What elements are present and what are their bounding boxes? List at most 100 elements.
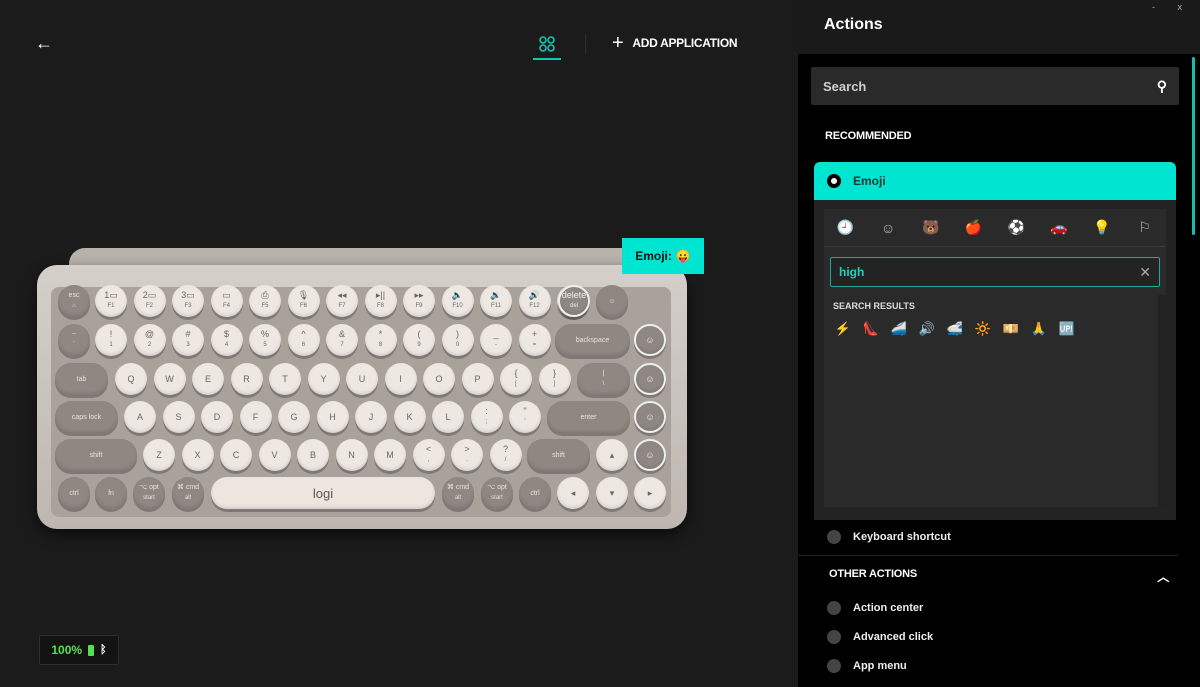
action-item[interactable]: App menu — [827, 659, 907, 673]
key[interactable]: {[ — [500, 363, 532, 395]
key[interactable]: A — [124, 401, 156, 433]
key[interactable]: }] — [538, 363, 571, 395]
key[interactable]: tab — [55, 363, 108, 395]
key[interactable]: O — [423, 363, 455, 395]
emoji-result[interactable]: 🆙 — [1058, 321, 1076, 337]
key[interactable]: shift — [527, 439, 590, 471]
key[interactable]: ? / — [489, 439, 522, 471]
key[interactable]: esc ⌂ — [58, 285, 90, 317]
key[interactable]: Z — [143, 439, 175, 471]
action-item[interactable]: Action center — [827, 601, 923, 615]
key[interactable]: shift — [55, 439, 137, 471]
key[interactable]: 🎙 F6 — [287, 285, 320, 317]
key[interactable]: fn — [95, 477, 127, 509]
emoji-search-field[interactable]: ✕ — [830, 257, 1160, 287]
key[interactable]: Q — [115, 363, 147, 395]
key[interactable]: | \ — [577, 363, 630, 395]
key[interactable]: R — [230, 363, 263, 395]
key[interactable]: 🔉 F11 — [480, 285, 512, 317]
key[interactable]: " ' — [509, 401, 541, 433]
emoji-key[interactable]: ☺ — [634, 324, 666, 356]
key[interactable]: ▴ — [596, 439, 628, 471]
key[interactable]: caps lock — [55, 401, 118, 433]
key[interactable]: ▸▸ F9 — [403, 285, 435, 317]
emoji-result[interactable]: 🚅 — [946, 321, 964, 337]
search-box[interactable]: ⚲ — [811, 67, 1179, 105]
emoji-category-icon[interactable]: 🚗 — [1049, 219, 1069, 236]
add-application-button[interactable]: + ADD APPLICATION — [612, 33, 738, 53]
key[interactable]: ctrl — [519, 477, 551, 509]
back-arrow-icon[interactable]: ← — [34, 33, 54, 53]
window-controls[interactable]: - x — [1152, 2, 1192, 12]
key[interactable]: :; — [470, 401, 503, 433]
emoji-result[interactable]: 🔆 — [974, 321, 992, 337]
emoji-category-icon[interactable]: ⚐ — [1135, 219, 1155, 236]
action-keyboard-shortcut[interactable]: Keyboard shortcut — [827, 530, 951, 544]
clear-icon[interactable]: ✕ — [1139, 264, 1151, 281]
key[interactable]: ⌥ opt start — [481, 477, 513, 509]
emoji-category-icon[interactable]: ⚽ — [1006, 219, 1026, 236]
emoji-category-icon[interactable]: 💡 — [1092, 219, 1112, 236]
key[interactable]: S — [162, 401, 195, 433]
emoji-result[interactable]: 💴 — [1002, 321, 1020, 337]
key[interactable]: 🔈 F10 — [441, 285, 474, 317]
key[interactable]: ◂◂ F7 — [326, 285, 358, 317]
key[interactable]: V — [258, 439, 291, 471]
emoji-category-icon[interactable]: 🐻 — [921, 219, 941, 236]
key[interactable]: >. — [451, 439, 483, 471]
emoji-result[interactable]: 🙏 — [1030, 321, 1048, 337]
key[interactable]: 3▭ F3 — [172, 285, 204, 317]
space-key[interactable]: logi — [211, 477, 435, 509]
key[interactable]: + = — [518, 324, 551, 356]
key[interactable]: ☺ — [596, 285, 628, 317]
key[interactable]: ) 0 — [441, 324, 474, 356]
emoji-result[interactable]: 🔊 — [918, 321, 936, 337]
key[interactable]: C — [220, 439, 252, 471]
key[interactable]: F — [239, 401, 272, 433]
key[interactable]: #3 — [172, 324, 204, 356]
key[interactable]: $4 — [210, 324, 243, 356]
emoji-action-option[interactable]: Emoji — [814, 162, 1176, 200]
key[interactable]: B — [297, 439, 329, 471]
other-actions-header[interactable]: OTHER ACTIONS ︿ — [829, 568, 1179, 585]
key[interactable]: ctrl — [58, 477, 90, 509]
key[interactable]: enter — [547, 401, 630, 433]
key[interactable]: backspace — [555, 324, 630, 356]
emoji-result[interactable]: 👠 — [862, 321, 880, 337]
key[interactable]: D — [201, 401, 233, 433]
key[interactable]: 2▭ F2 — [133, 285, 166, 317]
search-icon[interactable]: ⚲ — [1157, 78, 1167, 95]
key[interactable]: 🔊 F12 — [518, 285, 551, 317]
key[interactable]: <, — [412, 439, 445, 471]
key[interactable]: G — [278, 401, 310, 433]
emoji-search-input[interactable] — [839, 265, 999, 279]
key[interactable]: Y — [307, 363, 340, 395]
key[interactable]: ▸|| F8 — [364, 285, 397, 317]
key[interactable]: M — [374, 439, 406, 471]
key[interactable]: ⌘ cmd alt — [442, 477, 474, 509]
emoji-result[interactable]: 🚄 — [890, 321, 908, 337]
panel-scrollbar[interactable] — [1192, 57, 1195, 235]
emoji-category-icon[interactable]: 🍎 — [964, 219, 984, 236]
key[interactable]: ~ ` — [58, 324, 90, 356]
emoji-result[interactable]: ⚡ — [834, 321, 852, 337]
key[interactable]: T — [269, 363, 301, 395]
emoji-key[interactable]: ☺ — [634, 401, 666, 433]
key[interactable]: E — [192, 363, 224, 395]
key[interactable]: @2 — [133, 324, 166, 356]
emoji-category-icon[interactable]: 🕘 — [835, 219, 855, 236]
key[interactable]: ▾ — [596, 477, 628, 509]
search-input[interactable] — [823, 78, 1123, 94]
key[interactable]: ▭ F4 — [210, 285, 243, 317]
key[interactable]: * 8 — [364, 324, 397, 356]
key[interactable]: ⎙ F5 — [249, 285, 281, 317]
emoji-key[interactable]: delete del — [558, 285, 590, 317]
key[interactable]: 1▭ F1 — [95, 285, 127, 317]
key[interactable]: L — [432, 401, 464, 433]
key[interactable]: ^ 6 — [287, 324, 320, 356]
key[interactable]: H — [316, 401, 349, 433]
emoji-category-icon[interactable]: ☺ — [878, 220, 898, 236]
action-item[interactable]: Advanced click — [827, 630, 933, 644]
key[interactable]: (9 — [403, 324, 435, 356]
key[interactable]: P — [461, 363, 494, 395]
